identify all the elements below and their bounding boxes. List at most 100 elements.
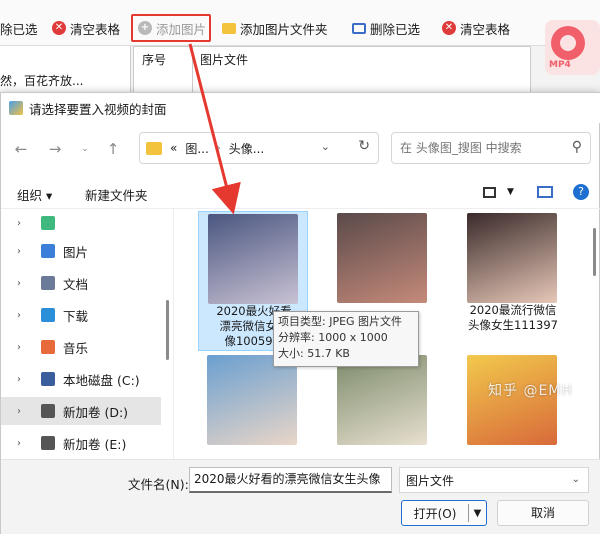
breadcrumb-avatars[interactable]: 头像... — [229, 140, 264, 157]
filetype-value: 图片文件 — [406, 473, 455, 488]
add-image-highlight-box — [131, 14, 211, 42]
chevron-right-icon[interactable]: › — [17, 246, 29, 257]
chevron-right-icon[interactable]: › — [17, 342, 29, 353]
file-scrollbar[interactable] — [593, 228, 596, 276]
chevron-down-icon: ⌄ — [571, 474, 580, 485]
background-table: 序号 图片文件 — [133, 46, 531, 97]
view-dropdown-icon[interactable]: ▼ — [507, 187, 514, 197]
dialog-footer: 文件名(N): 2020最火好看的漂亮微信女生头像 图片文件 ⌄ 打开(O) ▼… — [1, 459, 600, 534]
watermark: 知乎 @EMH — [488, 383, 573, 399]
navigation-pane: › › 图片 › 文档 › 下载 › 音乐 › 本地磁盘 (C:) › 新加卷 (D:) › 新加卷 (E:… — [1, 209, 173, 459]
drive-d-icon — [41, 404, 55, 418]
documents-icon — [41, 276, 55, 290]
select-all-label: 除已选 — [0, 21, 38, 37]
preview-pane-icon[interactable] — [537, 186, 553, 198]
help-icon[interactable]: ? — [573, 184, 589, 200]
dialog-title: 请选择要置入视频的封面 — [29, 101, 167, 117]
nav-item-label: 下载 — [63, 308, 89, 324]
thumbnail-item[interactable] — [198, 353, 308, 459]
select-all-button[interactable]: 除已选 — [0, 17, 38, 39]
iam-app-icon — [41, 216, 55, 230]
new-folder-button[interactable]: 新建文件夹 — [85, 185, 148, 204]
view-mode-icon[interactable] — [483, 187, 496, 198]
open-button[interactable]: 打开(O) ▼ — [401, 500, 487, 526]
nav-item-label: 音乐 — [63, 340, 89, 356]
refresh-icon[interactable]: ↻ — [358, 138, 370, 154]
thumbnail-image — [207, 355, 297, 445]
breadcrumb-separator-icon: › — [216, 142, 221, 154]
nav-item[interactable]: › 新加卷 (D:) — [1, 397, 161, 425]
background-toolbar: 除已选 ✕ 清空表格 + 添加图片 添加图片文件夹 删除已选 ✕ 清空表格 — [0, 0, 600, 46]
back-arrow-icon[interactable]: ← — [11, 139, 31, 159]
tooltip-size: 大小: 51.7 KB — [278, 347, 350, 360]
clear-table2-label: 清空表格 — [460, 21, 511, 37]
chevron-down-icon[interactable]: ⌄ — [321, 140, 330, 153]
chevron-right-icon[interactable]: › — [17, 374, 29, 385]
nav-item-label: 新加卷 (D:) — [63, 404, 129, 420]
app-icon — [9, 101, 23, 115]
search-icon[interactable]: ⚲ — [572, 139, 582, 155]
nav-item[interactable]: › — [1, 209, 161, 237]
tooltip-resolution: 分辨率: 1000 x 1000 — [278, 331, 388, 344]
pictures-icon — [41, 244, 55, 258]
tooltip-type: 项目类型: JPEG 图片文件 — [278, 315, 403, 328]
clear-icon: ✕ — [442, 21, 456, 35]
chevron-right-icon[interactable]: › — [17, 438, 29, 449]
folder-icon — [222, 22, 236, 34]
chevron-right-icon[interactable]: › — [17, 278, 29, 289]
cancel-button[interactable]: 取消 — [497, 500, 589, 526]
address-prefix[interactable]: « — [170, 141, 177, 155]
clear-table2-button[interactable]: ✕ 清空表格 — [442, 17, 510, 39]
thumbnail-image — [337, 213, 427, 303]
forward-arrow-icon[interactable]: → — [45, 139, 65, 159]
search-input[interactable] — [400, 141, 565, 155]
filename-label: 文件名(N): — [128, 477, 189, 492]
up-arrow-icon[interactable]: ↑ — [103, 139, 123, 159]
thumbnail-image — [337, 355, 427, 445]
search-box[interactable]: ⚲ — [391, 132, 591, 164]
add-folder-label: 添加图片文件夹 — [240, 21, 328, 37]
clear-table-button[interactable]: ✕ 清空表格 — [52, 17, 120, 39]
chevron-right-icon[interactable]: › — [17, 218, 29, 229]
navigation-bar: ← → ⌄ ↑ « 图... › 头像... ⌄ ↻ ⚲ — [1, 123, 600, 175]
thumbnail-image — [208, 214, 298, 304]
recent-dropdown-icon[interactable]: ⌄ — [75, 139, 95, 159]
breadcrumb-pictures[interactable]: 图... — [185, 140, 208, 157]
address-bar[interactable]: « 图... › 头像... ⌄ ↻ — [139, 132, 379, 164]
open-label: 打开(O) — [413, 506, 457, 521]
open-file-dialog: 请选择要置入视频的封面 ← → ⌄ ↑ « 图... › 头像... ⌄ ↻ ⚲… — [0, 92, 600, 534]
filetype-select[interactable]: 图片文件 ⌄ — [399, 467, 589, 493]
nav-item[interactable]: › 音乐 — [1, 333, 161, 361]
video-app-icon: MP4 — [545, 20, 600, 75]
nav-item[interactable]: › 本地磁盘 (C:) — [1, 365, 161, 393]
organize-menu[interactable]: 组织 ▾ — [17, 185, 52, 204]
column-header-file: 图片文件 — [200, 53, 249, 67]
file-info-tooltip: 项目类型: JPEG 图片文件 分辨率: 1000 x 1000 大小: 51.… — [273, 311, 419, 367]
drive-e-icon — [41, 436, 55, 450]
column-header-index: 序号 — [142, 53, 167, 67]
drive-c-icon — [41, 372, 55, 386]
delete-selected-label: 删除已选 — [370, 21, 421, 37]
nav-item[interactable]: › 新加卷 (E:) — [1, 429, 161, 457]
music-icon — [41, 340, 55, 354]
thumbnail-item[interactable] — [458, 353, 568, 459]
add-folder-button[interactable]: 添加图片文件夹 — [222, 17, 328, 39]
nav-item[interactable]: › 文档 — [1, 269, 161, 297]
thumbnail-image — [467, 355, 557, 445]
left-panel-text: 然，百花齐放... — [0, 74, 84, 88]
filename-input[interactable]: 2020最火好看的漂亮微信女生头像 — [189, 467, 392, 493]
nav-item[interactable]: › 图片 — [1, 237, 161, 265]
chevron-right-icon[interactable]: › — [17, 406, 29, 417]
thumbnail-item[interactable] — [328, 353, 438, 459]
chevron-right-icon[interactable]: › — [17, 310, 29, 321]
nav-scrollbar[interactable] — [166, 300, 169, 360]
thumbnail-item[interactable]: 2020最流行微信 头像女生111397 — [458, 211, 568, 351]
nav-item-label: 图片 — [63, 244, 89, 260]
delete-selected-button[interactable]: 删除已选 — [352, 17, 420, 39]
nav-item[interactable]: › 下载 — [1, 301, 161, 329]
filename-value: 2020最火好看的漂亮微信女生头像 — [194, 472, 381, 486]
thumbnail-image — [467, 213, 557, 303]
nav-item-label: 文档 — [63, 276, 89, 292]
open-dropdown-icon[interactable]: ▼ — [469, 508, 486, 519]
dialog-title-bar[interactable]: 请选择要置入视频的封面 — [1, 93, 600, 123]
